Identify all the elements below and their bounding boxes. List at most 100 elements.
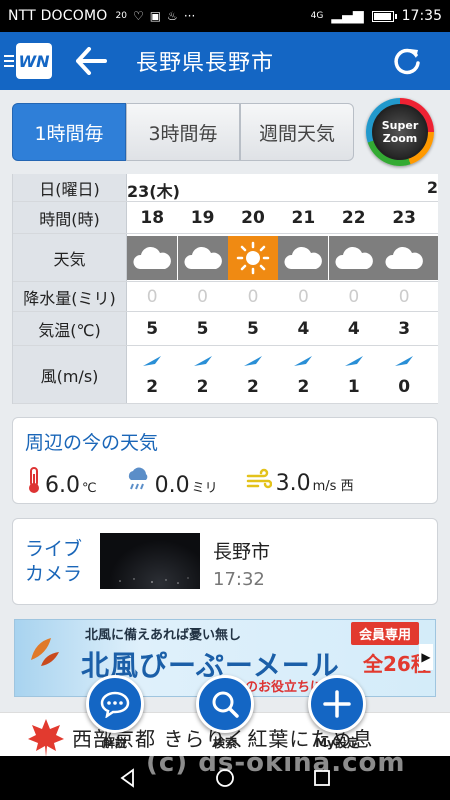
live-camera-label: ライブカメラ [25, 538, 83, 585]
temp-cell: 5 [146, 318, 159, 339]
time-label: 時間(時) [13, 202, 127, 233]
menu-icon[interactable] [4, 55, 14, 67]
super-zoom-label-1: Super [381, 119, 419, 132]
wind-cell: 2 [278, 346, 328, 403]
my-settings-button[interactable] [308, 675, 366, 733]
wind-direction-arrow-icon [292, 353, 314, 373]
wind-direction-arrow-icon [192, 353, 214, 373]
banner-lead-text: 北風に備えあれば憂い無し [85, 628, 242, 643]
carrier-name: NTT DOCOMO [8, 8, 108, 24]
hourly-forecast-table: 日(曜日) 23(木) 2 時間(時) 18 19 20 21 22 23 天気 降水量(… [12, 174, 438, 404]
wind-icon [246, 468, 272, 496]
weathernews-logo[interactable]: WN [16, 43, 52, 79]
super-zoom-label-2: Zoom [382, 132, 418, 145]
rain-cell: 0 [197, 286, 208, 307]
status-icons: 20 ♡ ▣ ♨ ··· [115, 9, 195, 23]
weather-row: 天気 [13, 234, 438, 282]
current-temp-value: 6.0 [45, 473, 80, 498]
hour-cell: 22 [341, 207, 366, 228]
wind-cell: 2 [228, 346, 278, 403]
weather-label: 天気 [13, 234, 127, 281]
cloudy-icon [429, 236, 438, 280]
clock: 17:35 [401, 8, 442, 24]
current-weather-title: 周辺の今の天気 [25, 432, 159, 454]
status-bar: NTT DOCOMO 20 ♡ ▣ ♨ ··· 4G ▂▄▆ 17:35 [0, 0, 450, 32]
forecast-tabs: 1時間毎 3時間毎 週間天気 [12, 103, 354, 161]
location-title: 長野県長野市 [136, 51, 275, 76]
current-rain-unit: ミリ [191, 481, 218, 496]
rain-label: 降水量(ミリ) [13, 282, 127, 311]
battery-icon [371, 10, 397, 22]
wind-cell: 2 [127, 346, 177, 403]
rain-cell: 0 [247, 286, 259, 307]
rain-cell: 0 [297, 286, 309, 307]
hour-cell: 20 [241, 207, 265, 228]
sunny-icon [227, 236, 278, 280]
tab-weekly[interactable]: 週間天気 [240, 103, 354, 161]
speech-bubble-icon [100, 691, 130, 718]
temp-cell: 5 [196, 318, 209, 339]
chevron-right-icon[interactable]: ▶ [419, 644, 433, 670]
cloudy-icon [328, 236, 379, 280]
tab-hourly[interactable]: 1時間毎 [12, 103, 126, 161]
search-icon [212, 691, 239, 718]
app-bar: WN 長野県長野市 [0, 32, 450, 90]
rain-cell: 0 [398, 286, 410, 307]
wind-label: 風(m/s) [13, 346, 127, 403]
wind-row: 風(m/s) 2 2 2 2 1 0 [13, 346, 438, 404]
rain-row: 降水量(ミリ) 0 0 0 0 0 0 [13, 282, 438, 312]
tab-3hourly[interactable]: 3時間毎 [126, 103, 240, 161]
cloudy-icon [177, 236, 228, 280]
day-label: 日(曜日) [13, 174, 127, 201]
back-arrow-icon[interactable] [74, 44, 108, 78]
temp-cell: 5 [247, 318, 259, 339]
members-only-badge: 会員専用 [351, 622, 420, 645]
refresh-icon[interactable] [390, 44, 424, 78]
super-zoom-button[interactable]: Super Zoom [366, 98, 434, 166]
plus-icon [323, 690, 351, 718]
hour-cell: 18 [140, 207, 165, 228]
commentary-button[interactable] [86, 675, 144, 733]
wind-speed-value: 2 [146, 376, 159, 397]
wind-direction-arrow-icon [242, 353, 264, 373]
more-dots-icon: ··· [183, 9, 196, 23]
temp-row: 気温(℃) 5 5 5 4 4 3 [13, 312, 438, 346]
temp-label: 気温(℃) [13, 312, 127, 345]
wind-speed-value: 2 [297, 376, 310, 397]
wind-cell: 2 [177, 346, 227, 403]
data-speed-icon: 20 [115, 11, 127, 21]
day-value: 23(木) [127, 182, 180, 201]
next-day-value: 2 [426, 178, 438, 197]
live-camera-thumbnail[interactable] [100, 533, 200, 589]
leaves-icon [31, 638, 59, 666]
wind-speed-value: 2 [247, 376, 259, 397]
wind-speed-value: 1 [347, 376, 360, 397]
notification-icon: ▣ [149, 9, 162, 23]
maple-leaf-icon [28, 719, 64, 757]
current-wind-value: 3.0 [275, 471, 311, 496]
wind-cell: 0 [379, 346, 429, 403]
rain-cell: 0 [348, 286, 360, 307]
thermometer-icon [27, 466, 41, 498]
current-rain-value: 0.0 [154, 473, 190, 498]
current-wind-unit: m/s 西 [312, 479, 354, 494]
heart-icon: ♡ [132, 9, 144, 23]
time-row: 時間(時) 18 19 20 21 22 23 [13, 202, 438, 234]
signal-icon: ▂▄▆ [331, 8, 364, 24]
current-temp-unit: ℃ [82, 481, 97, 496]
current-weather-card[interactable]: 周辺の今の天気 6.0 ℃ 0.0 ミリ 3.0 m/s 西 [12, 417, 438, 504]
hour-cell: 21 [291, 207, 316, 228]
temp-cell: 4 [347, 318, 360, 339]
wind-direction-arrow-icon [393, 353, 415, 373]
wind-speed-value: 2 [196, 376, 209, 397]
cloudy-icon [127, 236, 178, 280]
search-button[interactable] [196, 675, 254, 733]
rain-cloud-icon [125, 466, 151, 498]
app-icon: ♨ [167, 9, 178, 23]
nav-back-icon[interactable] [118, 768, 138, 788]
wind-cell: 1 [329, 346, 379, 403]
wind-direction-arrow-icon [141, 353, 163, 373]
live-camera-time: 17:32 [213, 569, 265, 590]
hour-cell: 19 [190, 207, 215, 228]
live-camera-card[interactable]: ライブカメラ 長野市 17:32 [12, 518, 438, 605]
